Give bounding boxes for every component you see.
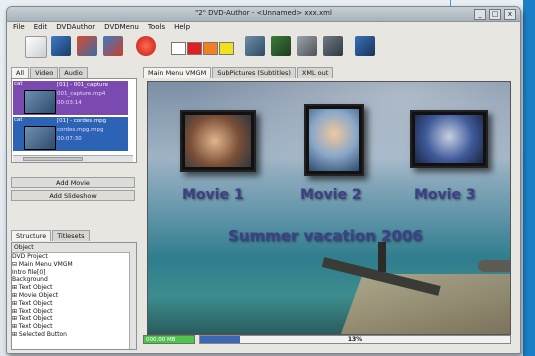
menu-file[interactable]: File <box>13 22 25 33</box>
import-icon[interactable] <box>103 36 123 56</box>
menu-tools[interactable]: Tools <box>148 22 165 33</box>
rock-shape <box>478 260 510 272</box>
tree-item[interactable]: ⊟ Main Menu VMGM <box>12 261 136 269</box>
menu-bar: File Edit DVDAuthor DVDMenu Tools Help <box>7 22 520 33</box>
tree-item[interactable]: Background <box>12 276 136 284</box>
add-audio-icon[interactable] <box>297 36 317 56</box>
tab-xml-out[interactable]: XML out <box>296 67 334 78</box>
tab-titlesets[interactable]: Titlesets <box>52 230 90 241</box>
tree-column-header: Object <box>12 243 136 253</box>
progress-bar: 13% <box>199 335 511 344</box>
app-window: "2" DVD-Author - <Unnamed> xxx.xml _ □ x… <box>6 6 521 354</box>
file-short-label: cat <box>14 81 23 87</box>
source-file-list: cat [01] - 001_capture 001_capture.mp4 0… <box>11 78 137 163</box>
movie-2-thumbnail[interactable] <box>304 104 364 176</box>
movie-1-thumbnail[interactable] <box>180 110 256 172</box>
tab-all[interactable]: All <box>11 67 30 78</box>
movie-3-thumbnail[interactable] <box>410 110 488 168</box>
tree-item[interactable]: ⊞ Selected Button <box>12 331 136 339</box>
tree-item[interactable]: ⊞ Movie Object <box>12 292 136 300</box>
page-background-strip <box>523 0 535 356</box>
maximize-button[interactable]: □ <box>489 9 501 20</box>
open-icon[interactable] <box>51 36 71 56</box>
tree-item[interactable]: DVD Project <box>12 253 136 261</box>
vertical-scrollbar[interactable] <box>129 252 136 349</box>
palette-yellow[interactable] <box>219 42 234 55</box>
movie-2-label[interactable]: Movie 2 <box>300 187 362 203</box>
right-panel: Main Menu VMGM SubPictures (Subtitles) X… <box>143 67 513 349</box>
status-bar: 000.00 MB 13% <box>143 335 513 345</box>
palette-orange[interactable] <box>203 42 218 55</box>
tree-item[interactable]: ⊞ Text Object <box>12 308 136 316</box>
palette-red[interactable] <box>187 42 202 55</box>
new-icon[interactable] <box>25 36 47 58</box>
file-short-label: cat <box>14 117 23 123</box>
progress-label: 13% <box>347 336 363 343</box>
pier-tower-shape <box>378 242 386 272</box>
tab-audio[interactable]: Audio <box>59 67 88 78</box>
add-movie-button[interactable]: Add Movie <box>11 177 135 188</box>
window-title: "2" DVD-Author - <Unnamed> xxx.xml <box>195 9 332 17</box>
toolbar <box>21 34 511 62</box>
file-title: [01] - cordes.mpg <box>57 118 107 124</box>
tree-item[interactable]: ⊞ Text Object <box>12 300 136 308</box>
burn-icon[interactable] <box>136 36 156 56</box>
menu-help[interactable]: Help <box>174 22 190 33</box>
file-name: 001_capture.mp4 <box>57 91 106 97</box>
tree-item[interactable]: ⊞ Text Object <box>12 323 136 331</box>
file-title: [01] - 001_capture <box>57 82 109 88</box>
tab-video[interactable]: Video <box>30 67 59 78</box>
scrollbar-thumb[interactable] <box>23 157 83 161</box>
add-subtitle-icon[interactable] <box>323 36 343 56</box>
add-file-icon[interactable] <box>245 36 265 56</box>
photo <box>415 115 483 163</box>
list-item[interactable]: cat [01] - cordes.mpg cordes.mpg.mpg 00:… <box>13 117 128 151</box>
source-tabs: All Video Audio <box>11 67 137 78</box>
menu-edit[interactable]: Edit <box>34 22 48 33</box>
photo <box>185 115 251 167</box>
tree-tabs: Structure Titlesets <box>11 230 91 241</box>
add-slideshow-button[interactable]: Add Slideshow <box>11 190 135 201</box>
tab-subpictures[interactable]: SubPictures (Subtitles) <box>212 67 296 78</box>
tree-item[interactable]: Intro file[0] <box>12 269 136 277</box>
list-item[interactable]: cat [01] - 001_capture 001_capture.mp4 0… <box>13 81 128 115</box>
window-controls: _ □ x <box>474 9 516 20</box>
horizontal-scrollbar[interactable] <box>13 155 133 162</box>
title-bar[interactable]: "2" DVD-Author - <Unnamed> xxx.xml _ □ x <box>7 7 520 22</box>
structure-tree: Object DVD Project ⊟ Main Menu VMGM Intr… <box>11 242 137 350</box>
left-panel: All Video Audio cat [01] - 001_capture 0… <box>11 67 137 350</box>
tree-item[interactable]: ⊞ Text Object <box>12 284 136 292</box>
tab-main-menu-vmgm[interactable]: Main Menu VMGM <box>143 67 212 78</box>
menu-dvdmenu[interactable]: DVDMenu <box>104 22 139 33</box>
photo <box>309 109 359 171</box>
movie-3-label[interactable]: Movie 3 <box>414 187 476 203</box>
video-thumbnail <box>24 90 56 114</box>
settings-icon[interactable] <box>355 36 375 56</box>
file-name: cordes.mpg.mpg <box>57 127 104 133</box>
tab-structure[interactable]: Structure <box>11 230 52 241</box>
menu-canvas[interactable]: Movie 1 Movie 2 Movie 3 Summer vacation … <box>147 81 511 335</box>
tree-item[interactable]: ⊞ Text Object <box>12 315 136 323</box>
close-button[interactable]: x <box>504 9 516 20</box>
palette-white[interactable] <box>171 42 186 55</box>
menu-caption[interactable]: Summer vacation 2006 <box>228 227 423 245</box>
movie-1-label[interactable]: Movie 1 <box>182 187 244 203</box>
menu-dvdauthor[interactable]: DVDAuthor <box>56 22 95 33</box>
minimize-button[interactable]: _ <box>474 9 486 20</box>
editor-tabs: Main Menu VMGM SubPictures (Subtitles) X… <box>143 67 513 78</box>
add-video-icon[interactable] <box>271 36 291 56</box>
file-duration: 00:03:14 <box>57 100 82 106</box>
video-thumbnail <box>24 126 56 150</box>
file-duration: 00:07:30 <box>57 136 82 142</box>
save-icon[interactable] <box>77 36 97 56</box>
disc-size-indicator: 000.00 MB <box>143 335 195 344</box>
